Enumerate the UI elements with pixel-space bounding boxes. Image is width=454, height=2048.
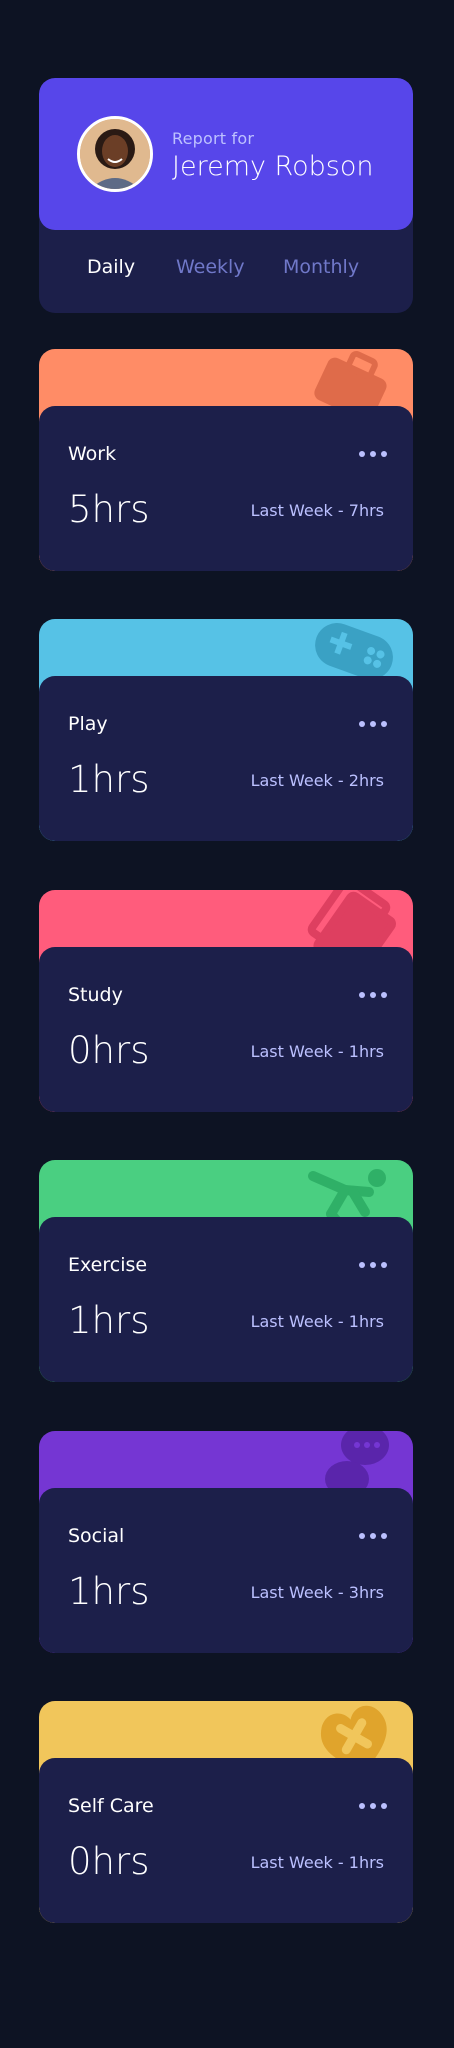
activity-card-social: Social 1hrs Last Week - 3hrs [39,1431,413,1653]
card-current-hours: 0hrs [68,1840,150,1883]
timeframe-tabs: Daily Weekly Monthly [39,230,413,313]
ellipsis-icon [370,992,376,998]
ellipsis-icon [381,721,387,727]
activity-card-work: Work 5hrs Last Week - 7hrs [39,349,413,571]
card-menu-button[interactable] [359,444,387,464]
ellipsis-icon [370,1803,376,1809]
card-title: Social [68,1525,125,1547]
card-previous-hours: Last Week - 7hrs [250,501,384,520]
activity-card-exercise: Exercise 1hrs Last Week - 1hrs [39,1160,413,1382]
ellipsis-icon [370,451,376,457]
card-title: Work [68,443,117,465]
ellipsis-icon [359,721,365,727]
tab-weekly[interactable]: Weekly [176,256,245,278]
card-menu-button[interactable] [359,985,387,1005]
avatar [77,116,153,192]
card-current-hours: 1hrs [68,1299,150,1342]
ellipsis-icon [370,721,376,727]
ellipsis-icon [381,1803,387,1809]
card-previous-hours: Last Week - 2hrs [250,771,384,790]
report-for-label: Report for [172,129,255,148]
card-current-hours: 5hrs [68,488,150,531]
ellipsis-icon [359,1262,365,1268]
card-current-hours: 1hrs [68,758,150,801]
card-title: Play [68,713,108,735]
profile-header: Report for Jeremy Robson [39,78,413,230]
card-menu-button[interactable] [359,1255,387,1275]
ellipsis-icon [359,992,365,998]
card-title: Study [68,984,123,1006]
card-body: Social 1hrs Last Week - 3hrs [39,1488,413,1653]
ellipsis-icon [359,451,365,457]
ellipsis-icon [370,1533,376,1539]
ellipsis-icon [381,451,387,457]
activity-card-play: Play 1hrs Last Week - 2hrs [39,619,413,841]
ellipsis-icon [359,1803,365,1809]
activity-card-self-care: Self Care 0hrs Last Week - 1hrs [39,1701,413,1923]
ellipsis-icon [359,1533,365,1539]
user-name: Jeremy Robson [172,151,374,182]
ellipsis-icon [381,1533,387,1539]
card-menu-button[interactable] [359,1796,387,1816]
card-title: Exercise [68,1254,148,1276]
card-title: Self Care [68,1795,154,1817]
card-body: Play 1hrs Last Week - 2hrs [39,676,413,841]
card-menu-button[interactable] [359,1526,387,1546]
card-previous-hours: Last Week - 3hrs [250,1583,384,1602]
ellipsis-icon [381,1262,387,1268]
tab-daily[interactable]: Daily [87,256,135,278]
ellipsis-icon [370,1262,376,1268]
card-body: Exercise 1hrs Last Week - 1hrs [39,1217,413,1382]
card-previous-hours: Last Week - 1hrs [250,1042,384,1061]
profile-card: Report for Jeremy Robson Daily Weekly Mo… [39,78,413,313]
card-current-hours: 1hrs [68,1570,150,1613]
card-body: Self Care 0hrs Last Week - 1hrs [39,1758,413,1923]
card-current-hours: 0hrs [68,1029,150,1072]
card-body: Study 0hrs Last Week - 1hrs [39,947,413,1112]
tab-monthly[interactable]: Monthly [283,256,359,278]
card-body: Work 5hrs Last Week - 7hrs [39,406,413,571]
card-previous-hours: Last Week - 1hrs [250,1312,384,1331]
card-previous-hours: Last Week - 1hrs [250,1853,384,1872]
ellipsis-icon [381,992,387,998]
card-menu-button[interactable] [359,714,387,734]
activity-card-study: Study 0hrs Last Week - 1hrs [39,890,413,1112]
